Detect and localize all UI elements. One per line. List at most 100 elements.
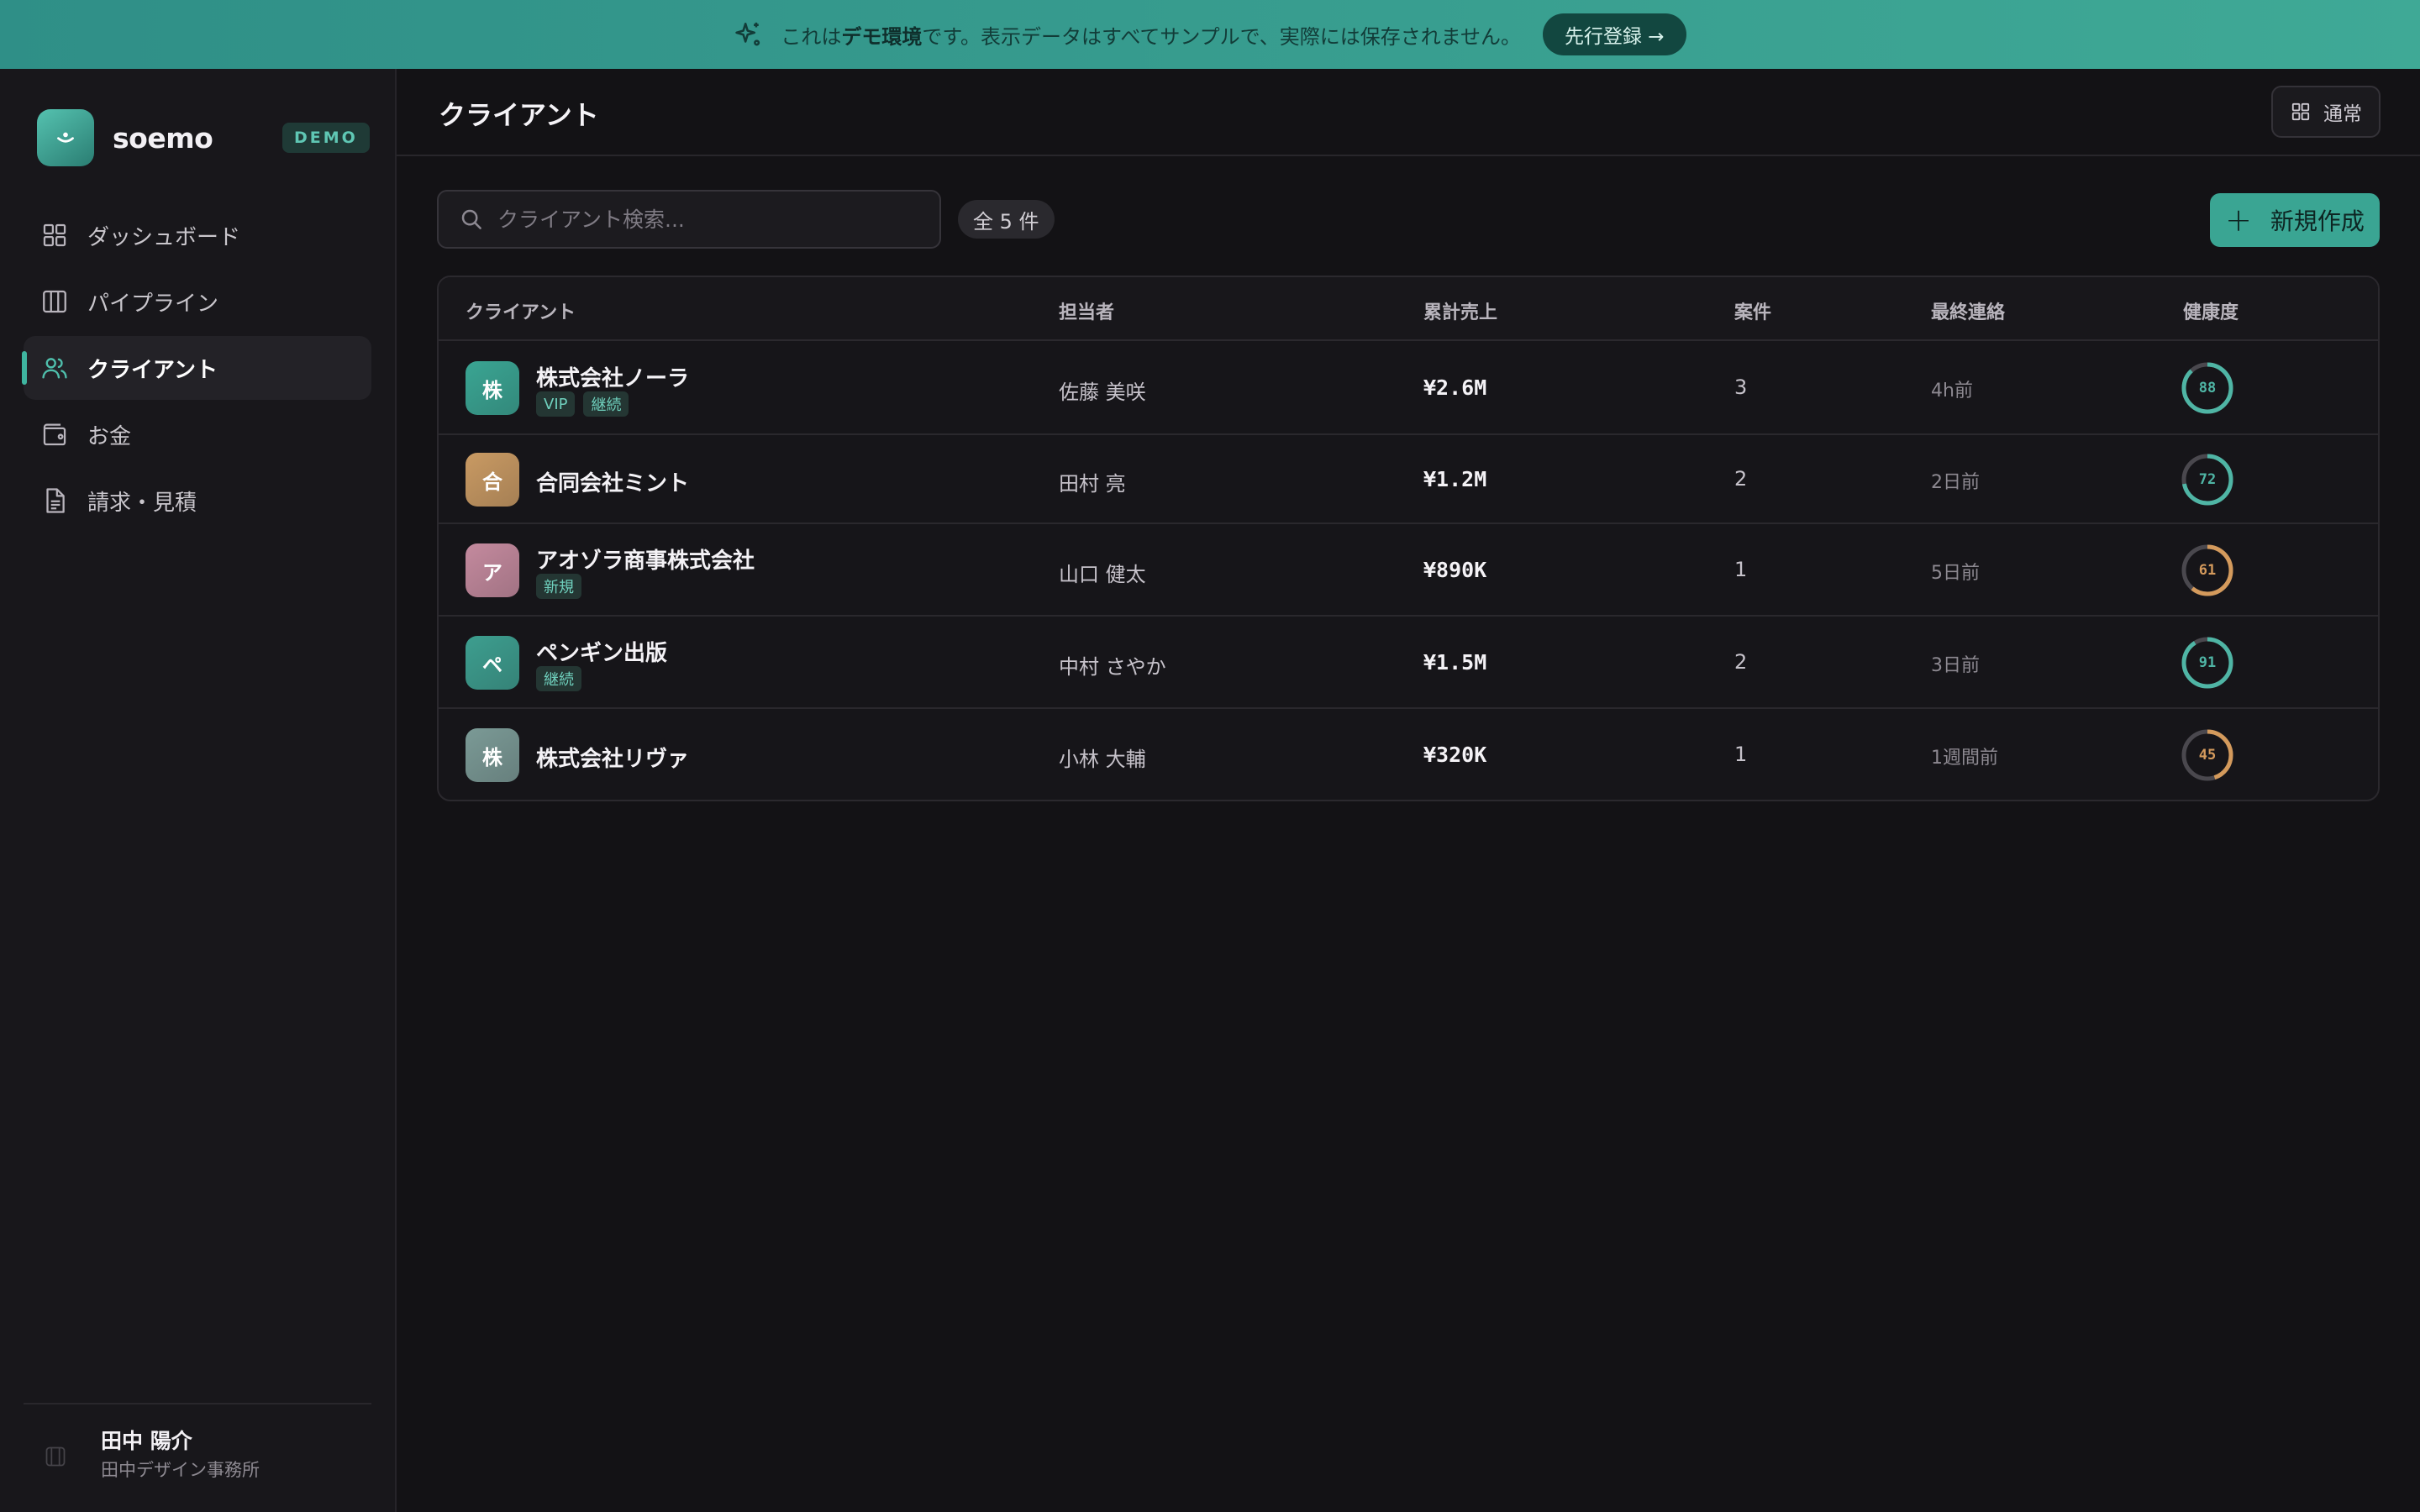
brand-name: soemo bbox=[113, 121, 213, 155]
client-tags: VIP 継続 bbox=[536, 391, 637, 417]
total-revenue: ¥320K bbox=[1423, 743, 1487, 767]
client-avatar: 株 bbox=[466, 728, 519, 782]
client-avatar: 合 bbox=[466, 453, 519, 507]
client-search[interactable] bbox=[437, 190, 941, 249]
sidebar-nav: ダッシュボード パイプライン クライアント お金 請求・見積 bbox=[22, 203, 371, 535]
total-count-badge: 全 5 件 bbox=[958, 200, 1055, 239]
client-name[interactable]: ペンギン出版 bbox=[536, 636, 667, 667]
health-score: 88 bbox=[2199, 380, 2216, 396]
grid-view-icon bbox=[2291, 102, 2310, 121]
last-contact: 5日前 bbox=[1931, 563, 1980, 584]
user-organization: 田中デザイン事務所 bbox=[101, 1460, 260, 1480]
client-tag: VIP bbox=[536, 391, 576, 417]
contact-person: 佐藤 美咲 bbox=[1059, 381, 1146, 404]
last-contact: 4h前 bbox=[1931, 381, 1973, 402]
create-client-button[interactable]: + 新規作成 bbox=[2210, 193, 2380, 247]
last-contact: 2日前 bbox=[1931, 472, 1980, 493]
wallet-icon bbox=[40, 420, 69, 449]
table-row[interactable]: アアオゾラ商事株式会社 新規 山口 健太 ¥890K 1 5日前 61 bbox=[439, 524, 2378, 617]
pipeline-columns-icon bbox=[40, 287, 69, 316]
client-tag: 継続 bbox=[536, 666, 581, 691]
sidebar-item-dashboard[interactable]: ダッシュボード bbox=[24, 203, 371, 267]
search-input[interactable] bbox=[497, 207, 934, 232]
health-gauge: 45 bbox=[2181, 729, 2233, 781]
page-title: クライアント bbox=[439, 99, 599, 131]
table-row[interactable]: 合合同会社ミント 田村 亮 ¥1.2M 2 2日前 72 bbox=[439, 435, 2378, 524]
view-mode-label: 通常 bbox=[2323, 103, 2362, 125]
health-gauge: 91 bbox=[2181, 637, 2233, 689]
user-avatar-icon bbox=[45, 1446, 66, 1467]
client-name[interactable]: 合同会社ミント bbox=[536, 466, 689, 497]
sidebar-item-invoices[interactable]: 請求・見積 bbox=[24, 469, 371, 533]
health-gauge: 88 bbox=[2181, 362, 2233, 414]
user-profile[interactable]: 田中 陽介 田中デザイン事務所 bbox=[24, 1403, 371, 1512]
column-header-last-contact[interactable]: 最終連絡 bbox=[1931, 297, 2005, 324]
client-tags: 継続 bbox=[536, 666, 590, 691]
sidebar-item-clients[interactable]: クライアント bbox=[22, 336, 371, 400]
health-gauge: 72 bbox=[2181, 454, 2233, 506]
health-score: 61 bbox=[2199, 562, 2216, 579]
table-header: クライアント 担当者 累計売上 案件 最終連絡 健康度 bbox=[439, 277, 2378, 341]
column-header-contact[interactable]: 担当者 bbox=[1059, 297, 1114, 324]
clients-table: クライアント 担当者 累計売上 案件 最終連絡 健康度 株株式会社ノーラ VIP 継… bbox=[437, 276, 2380, 801]
client-name[interactable]: 株式会社ノーラ bbox=[536, 361, 689, 392]
client-name[interactable]: アオゾラ商事株式会社 bbox=[536, 543, 755, 575]
client-tags: 新規 bbox=[536, 574, 590, 599]
deal-count: 3 bbox=[1734, 375, 1748, 399]
column-header-revenue[interactable]: 累計売上 bbox=[1423, 297, 1497, 324]
view-mode-button[interactable]: 通常 bbox=[2271, 86, 2381, 138]
sidebar-item-money[interactable]: お金 bbox=[24, 402, 371, 466]
sidebar: soemo DEMO ダッシュボード パイプライン クライアント お金 請求・見… bbox=[0, 69, 397, 1512]
total-revenue: ¥1.5M bbox=[1423, 650, 1487, 675]
sidebar-item-label: ダッシュボード bbox=[87, 224, 241, 250]
demo-banner: これはデモ環境です。表示データはすべてサンプルで、実際には保存されません。 先行… bbox=[0, 0, 2420, 69]
client-tag: 新規 bbox=[536, 574, 581, 599]
contact-person: 山口 健太 bbox=[1059, 563, 1146, 586]
health-gauge: 61 bbox=[2181, 544, 2233, 596]
search-icon bbox=[461, 209, 481, 229]
sidebar-item-label: クライアント bbox=[87, 357, 218, 383]
early-signup-button[interactable]: 先行登録 → bbox=[1542, 13, 1686, 55]
column-header-deals[interactable]: 案件 bbox=[1734, 297, 1771, 324]
client-tag: 継続 bbox=[583, 391, 629, 417]
sidebar-item-pipeline[interactable]: パイプライン bbox=[24, 270, 371, 333]
client-avatar: 株 bbox=[466, 361, 519, 415]
deal-count: 2 bbox=[1734, 467, 1748, 491]
contact-person: 小林 大輔 bbox=[1059, 748, 1146, 771]
column-header-client[interactable]: クライアント bbox=[466, 297, 576, 324]
page-header: クライアント 通常 bbox=[397, 69, 2420, 156]
health-score: 45 bbox=[2199, 747, 2216, 764]
client-avatar: ア bbox=[466, 543, 519, 597]
table-row[interactable]: 株株式会社リヴァ 小林 大輔 ¥320K 1 1週間前 45 bbox=[439, 709, 2378, 800]
deal-count: 1 bbox=[1734, 743, 1748, 766]
last-contact: 1週間前 bbox=[1931, 748, 1998, 769]
contact-person: 田村 亮 bbox=[1059, 472, 1126, 496]
brand[interactable]: soemo bbox=[37, 109, 213, 166]
column-header-health[interactable]: 健康度 bbox=[2183, 297, 2238, 324]
demo-badge: DEMO bbox=[282, 123, 370, 153]
sidebar-item-label: 請求・見積 bbox=[87, 490, 197, 516]
soemo-logo-icon bbox=[37, 109, 94, 166]
sparkles-icon bbox=[735, 22, 760, 46]
banner-message: これはデモ環境です。表示データはすべてサンプルで、実際には保存されません。 bbox=[781, 24, 1521, 49]
deal-count: 2 bbox=[1734, 650, 1748, 674]
deal-count: 1 bbox=[1734, 558, 1748, 581]
health-score: 72 bbox=[2199, 471, 2216, 488]
table-row[interactable]: 株株式会社ノーラ VIP 継続 佐藤 美咲 ¥2.6M 3 4h前 88 bbox=[439, 341, 2378, 435]
health-score: 91 bbox=[2199, 654, 2216, 671]
users-icon bbox=[40, 354, 69, 382]
dashboard-grid-icon bbox=[40, 221, 69, 249]
client-avatar: ペ bbox=[466, 636, 519, 690]
table-row[interactable]: ペペンギン出版 継続 中村 さやか ¥1.5M 2 3日前 91 bbox=[439, 617, 2378, 709]
plus-icon: + bbox=[2225, 202, 2252, 239]
total-revenue: ¥1.2M bbox=[1423, 467, 1487, 491]
total-revenue: ¥2.6M bbox=[1423, 375, 1487, 400]
contact-person: 中村 さやか bbox=[1059, 655, 1166, 679]
create-client-label: 新規作成 bbox=[2270, 207, 2365, 235]
sidebar-item-label: お金 bbox=[87, 423, 132, 449]
sidebar-item-label: パイプライン bbox=[87, 291, 219, 317]
user-name: 田中 陽介 bbox=[101, 1429, 192, 1453]
total-revenue: ¥890K bbox=[1423, 558, 1487, 582]
client-name[interactable]: 株式会社リヴァ bbox=[536, 742, 689, 773]
document-icon bbox=[40, 486, 69, 515]
